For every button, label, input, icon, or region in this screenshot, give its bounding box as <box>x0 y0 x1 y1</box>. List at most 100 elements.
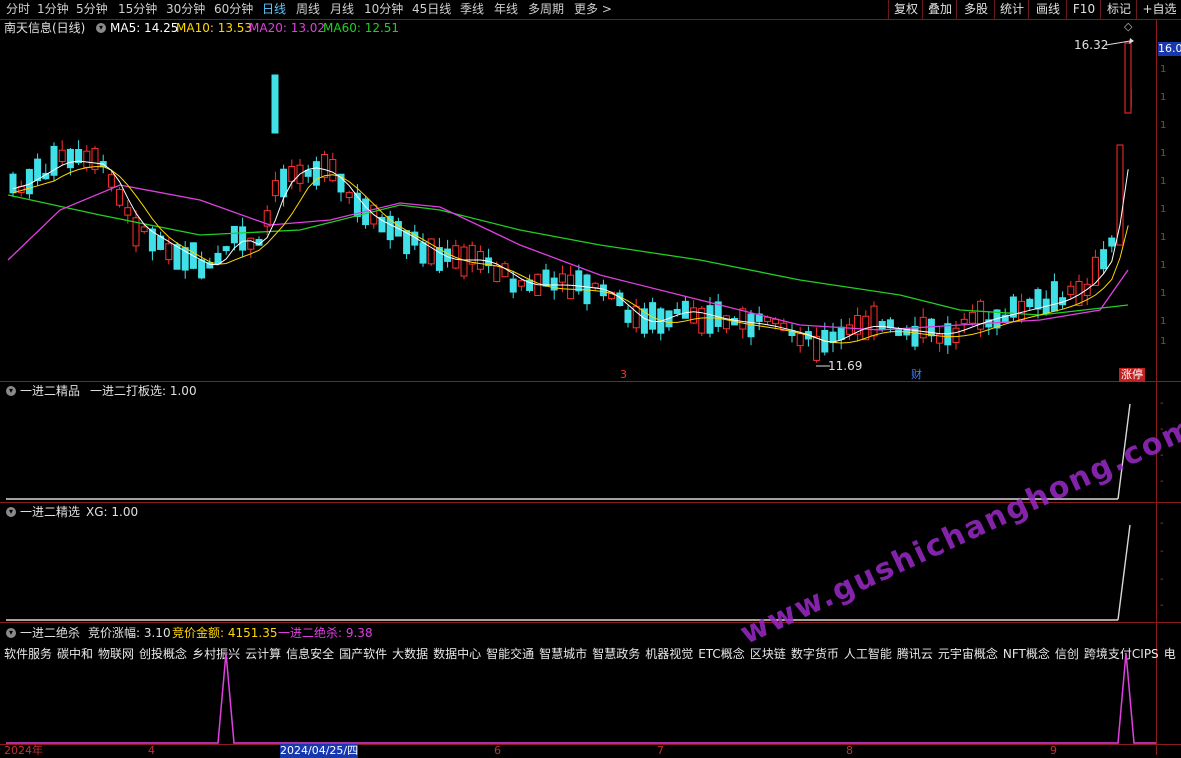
tab-45day[interactable]: 45日线 <box>412 1 451 18</box>
tab-15min[interactable]: 15分钟 <box>118 1 157 18</box>
candle <box>886 319 894 329</box>
candle <box>66 148 74 169</box>
candle <box>911 325 919 347</box>
high-price-label: 16.32 <box>1074 38 1109 52</box>
candle <box>1100 249 1108 270</box>
tab-10min[interactable]: 10分钟 <box>364 1 403 18</box>
tab-quarterly[interactable]: 季线 <box>460 1 484 18</box>
candle <box>1124 42 1132 114</box>
candle <box>280 168 288 198</box>
candle <box>706 305 714 334</box>
tab-30min[interactable]: 30分钟 <box>166 1 205 18</box>
tab-60min[interactable]: 60分钟 <box>214 1 253 18</box>
candle <box>509 278 517 293</box>
candle <box>460 246 468 277</box>
candle <box>83 150 91 168</box>
date-label-6: 6 <box>494 744 501 757</box>
candle <box>329 159 337 182</box>
ma60-label: MA60: 12.51 <box>323 21 400 35</box>
more-menu[interactable]: 更多 > <box>574 1 612 18</box>
ma10-label: MA10: 13.53 <box>176 21 253 35</box>
panel2-indicator-chart[interactable] <box>0 382 1156 502</box>
date-label-7: 7 <box>657 744 664 757</box>
candle <box>1067 285 1075 296</box>
candle <box>558 273 566 283</box>
candle <box>1108 237 1116 247</box>
draw-line-button[interactable]: 画线 <box>1028 0 1067 19</box>
candle <box>378 216 386 233</box>
candle <box>837 326 845 340</box>
candle <box>198 259 206 279</box>
period-toolbar: 分时 1分钟 5分钟 15分钟 30分钟 60分钟 日线 周线 月线 10分钟 … <box>0 0 1181 20</box>
low-arrow-icon <box>816 365 830 367</box>
candle <box>58 149 66 162</box>
candle <box>304 169 312 177</box>
low-price-label: 11.69 <box>828 359 863 373</box>
tab-fenshi[interactable]: 分时 <box>6 1 30 18</box>
candle <box>960 318 968 324</box>
candle <box>116 188 124 206</box>
event-marker-3[interactable]: 3 <box>620 368 627 382</box>
sector-tag[interactable]: 电 <box>1164 647 1176 661</box>
add-watchlist-button[interactable]: +自选 <box>1136 0 1181 19</box>
candle <box>222 246 230 252</box>
tab-yearly[interactable]: 年线 <box>494 1 518 18</box>
candle <box>517 280 525 287</box>
candle <box>1050 281 1058 312</box>
candle <box>173 244 181 270</box>
candle <box>419 242 427 264</box>
candle <box>1034 289 1042 310</box>
date-label-year: 2024年 <box>4 744 43 757</box>
candle <box>952 327 960 344</box>
stats-button[interactable]: 统计 <box>994 0 1029 19</box>
multi-stock-button[interactable]: 多股 <box>956 0 995 19</box>
candle <box>468 244 476 265</box>
date-label-9: 9 <box>1050 744 1057 757</box>
candle <box>148 228 156 252</box>
candle <box>230 225 238 244</box>
date-label-8: 8 <box>846 744 853 757</box>
tab-multi-period[interactable]: 多周期 <box>528 1 564 18</box>
candlestick-chart[interactable] <box>0 35 1156 381</box>
price-badge: 16.0 <box>1158 42 1181 56</box>
candle <box>107 174 115 188</box>
candle <box>9 173 17 194</box>
candle <box>271 74 279 134</box>
candle <box>673 308 681 314</box>
overlay-button[interactable]: 叠加 <box>922 0 957 19</box>
fuquan-button[interactable]: 复权 <box>888 0 923 19</box>
stock-title: 南天信息(日线) <box>4 21 86 35</box>
limit-up-badge[interactable]: 涨停 <box>1119 368 1145 382</box>
candle <box>239 226 247 251</box>
candle <box>25 168 33 195</box>
diamond-icon: ◇ <box>1124 20 1133 33</box>
candle <box>124 207 132 216</box>
ma20-label: MA20: 13.02 <box>249 21 326 35</box>
candle <box>870 305 878 337</box>
candle <box>681 300 689 319</box>
tab-1min[interactable]: 1分钟 <box>37 1 69 18</box>
candle <box>288 166 296 182</box>
f10-button[interactable]: F10 <box>1066 0 1101 19</box>
candle <box>567 274 575 300</box>
tab-daily[interactable]: 日线 <box>262 1 286 18</box>
candle <box>321 154 329 178</box>
finance-marker[interactable]: 财 <box>911 368 922 382</box>
tab-weekly[interactable]: 周线 <box>296 1 320 18</box>
candle <box>591 282 599 289</box>
candle <box>583 274 591 305</box>
candle <box>34 158 42 182</box>
candle <box>165 243 173 261</box>
mark-button[interactable]: 标记 <box>1100 0 1137 19</box>
candle <box>247 237 255 250</box>
collapse-icon[interactable]: ▾ <box>96 23 106 33</box>
ma5-label: MA5: 14.25 <box>110 21 179 35</box>
tab-5min[interactable]: 5分钟 <box>76 1 108 18</box>
panel4-indicator-chart[interactable] <box>0 623 1156 744</box>
candle <box>690 307 698 324</box>
candle <box>813 335 821 361</box>
high-arrow-icon <box>1106 38 1134 46</box>
candle <box>345 192 353 199</box>
candle <box>575 270 583 292</box>
tab-monthly[interactable]: 月线 <box>330 1 354 18</box>
